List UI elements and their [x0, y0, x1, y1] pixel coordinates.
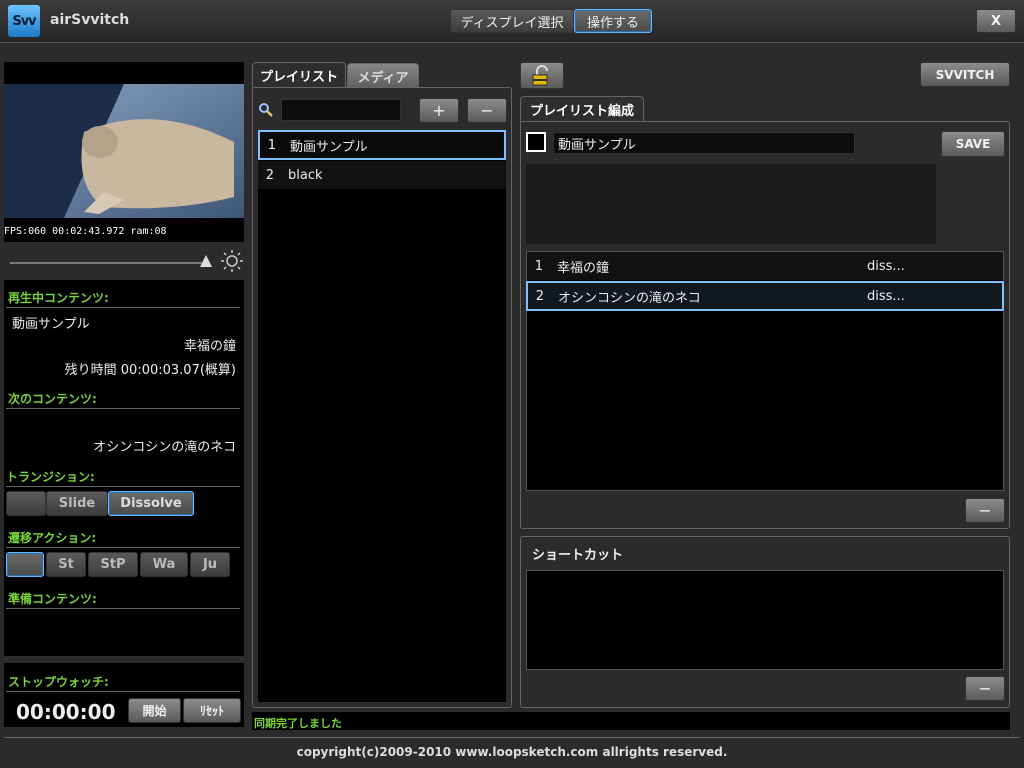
svvitch-button[interactable]: SVVITCH [920, 62, 1010, 87]
playlist-row[interactable]: 1 動画サンプル [258, 130, 506, 160]
shortcut-heading: ショートカット [532, 548, 624, 563]
status-bar [252, 712, 1010, 730]
next-heading: 次のコンテンツ: [8, 392, 97, 406]
playlist-name-field[interactable]: 動画サンプル [553, 132, 855, 154]
action-none-button[interactable] [6, 552, 44, 577]
divider [6, 307, 240, 308]
transition-dissolve-button[interactable]: Dissolve [108, 491, 194, 516]
save-button[interactable]: SAVE [941, 131, 1005, 157]
playlist-row-name: 動画サンプル [290, 139, 368, 155]
app-title: airSvvitch [50, 12, 130, 28]
osd-text: FPS:060 00:02:43.972 ram:08 [4, 226, 244, 240]
brightness-slider-handle[interactable] [200, 255, 212, 267]
remove-playlist-button[interactable]: − [467, 98, 507, 123]
search-input[interactable] [281, 99, 401, 121]
editor-row-name: 幸福の鐘 [557, 260, 610, 276]
color-swatch[interactable] [526, 132, 546, 152]
now-playing-item: 幸福の鐘 [183, 339, 236, 354]
footer-divider [4, 737, 1020, 738]
remaining-time: 残り時間 00:00:03.07(概算) [64, 363, 236, 378]
action-ju-button[interactable]: Ju [190, 552, 230, 577]
operate-button[interactable]: 操作する [574, 9, 652, 33]
tab-playlist-editor[interactable]: プレイリスト編成 [520, 96, 644, 122]
playlist-description[interactable] [526, 164, 936, 244]
prepared-heading: 準備コンテンツ: [8, 592, 97, 606]
add-playlist-button[interactable]: + [419, 98, 459, 123]
editor-row-name: オシンコシンの滝のネコ [558, 290, 701, 306]
shortcut-list [526, 570, 1004, 670]
editor-row-transition: diss... [867, 288, 905, 304]
editor-row[interactable]: 2 オシンコシンの滝のネコ diss... [526, 281, 1004, 311]
stopwatch-time: 00:00:00 [16, 700, 116, 724]
transition-slide-button[interactable]: Slide [46, 491, 108, 516]
unlock-icon [532, 64, 548, 85]
close-button[interactable]: X [976, 9, 1016, 33]
playlist-row-name: black [288, 167, 323, 183]
editor-row-transition: diss... [867, 258, 905, 274]
playlist-row-number: 2 [265, 167, 274, 183]
next-item: オシンコシンの滝のネコ [93, 440, 236, 455]
copyright-text: copyright(c)2009-2010 www.loopsketch.com… [296, 745, 728, 759]
playlist-row-number: 1 [267, 137, 276, 153]
transition-none-button[interactable] [6, 491, 46, 516]
action-st-button[interactable]: St [46, 552, 86, 577]
stopwatch-start-button[interactable]: 開始 [128, 698, 181, 723]
divider [6, 608, 240, 609]
divider [6, 691, 240, 692]
now-playing-heading: 再生中コンテンツ: [8, 291, 109, 305]
playlist-list [258, 130, 506, 702]
status-message: 同期完了しました [254, 717, 342, 730]
action-wa-button[interactable]: Wa [140, 552, 188, 577]
editor-row-number: 1 [534, 258, 543, 274]
divider [6, 547, 240, 548]
editor-row[interactable]: 1 幸福の鐘 diss... [527, 252, 1003, 280]
lock-button[interactable] [520, 62, 564, 89]
stopwatch-heading: ストップウォッチ: [8, 675, 109, 689]
playlist-row[interactable]: 2 black [258, 161, 506, 189]
action-stp-button[interactable]: StP [88, 552, 138, 577]
editor-row-number: 2 [535, 288, 544, 304]
stopwatch-reset-button[interactable]: ﾘｾｯﾄ [183, 698, 241, 723]
tab-media[interactable]: メディア [347, 63, 419, 88]
display-select-button[interactable]: ディスプレイ選択 [450, 9, 574, 33]
tab-playlist[interactable]: プレイリスト [252, 62, 346, 88]
divider [6, 486, 240, 487]
brightness-slider-track[interactable] [10, 262, 210, 264]
remove-shortcut-button[interactable]: − [965, 676, 1005, 701]
divider [6, 408, 240, 409]
transition-heading: トランジション: [6, 470, 95, 484]
now-playing-playlist: 動画サンプル [12, 317, 90, 332]
search-icon [259, 103, 273, 117]
action-heading: 遷移アクション: [8, 531, 97, 545]
video-preview [4, 62, 244, 242]
app-logo: Svv [8, 5, 40, 37]
remove-item-button[interactable]: − [965, 498, 1005, 523]
brightness-icon[interactable] [221, 250, 243, 272]
preview-image [4, 84, 244, 218]
